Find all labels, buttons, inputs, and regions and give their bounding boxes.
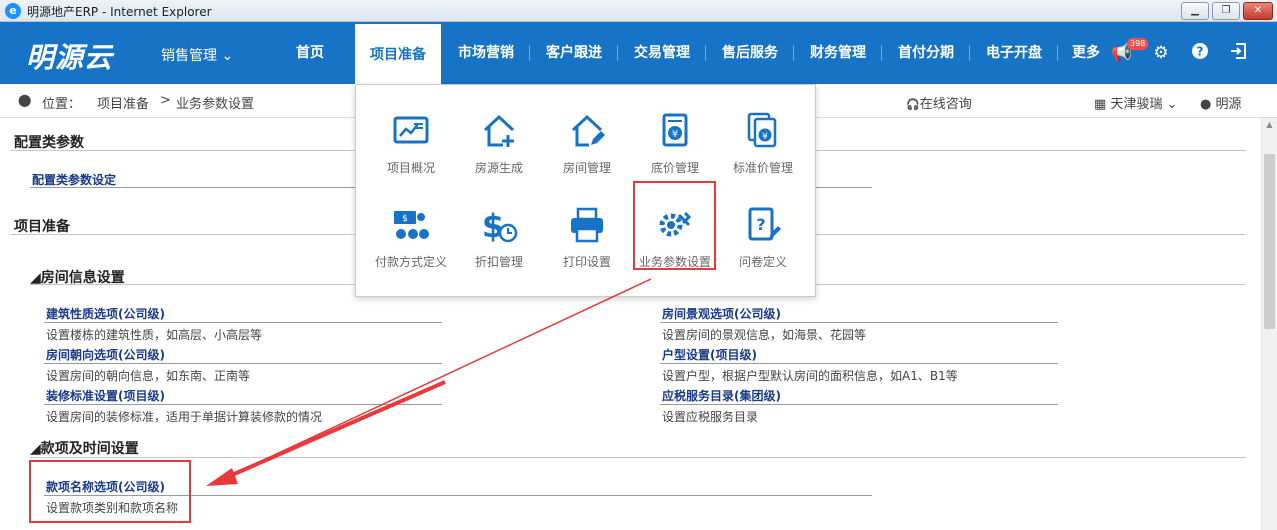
link-underline bbox=[660, 363, 1058, 364]
nav-trade[interactable]: 交易管理 bbox=[626, 22, 698, 84]
decoration-standard-desc: 设置房间的装修标准，适用于单据计算装修款的情况 bbox=[46, 410, 323, 424]
house-edit-icon bbox=[571, 114, 605, 147]
questionnaire-icon: ? bbox=[748, 207, 781, 241]
location-label: 位置： bbox=[42, 97, 82, 112]
tax-service-desc: 设置应税服务目录 bbox=[662, 410, 759, 424]
window-title: 明源地产ERP - Internet Explorer bbox=[27, 5, 212, 19]
nav-more[interactable]: 更多 bbox=[1066, 22, 1106, 84]
link-underline bbox=[44, 404, 442, 405]
user-icon: ● bbox=[1200, 97, 1212, 112]
ie-icon: e bbox=[5, 3, 21, 19]
svg-text:¥: ¥ bbox=[672, 129, 678, 140]
section-project-prep-title: 项目准备 bbox=[14, 219, 70, 235]
menu-print-settings[interactable]: 打印设置 bbox=[547, 205, 627, 270]
room-view-link[interactable]: 房间景观选项(公司级) bbox=[662, 305, 781, 322]
logo: 明源云 bbox=[26, 41, 114, 74]
nav-separator bbox=[793, 45, 794, 61]
project-prep-dropdown: 项目概况 房源生成 房间管理 ¥ 底价管理 ¥ 标准价管理 $ 付款方式定义 $… bbox=[355, 84, 816, 297]
svg-text:?: ? bbox=[1197, 45, 1204, 59]
link-underline bbox=[44, 322, 442, 323]
notification-badge: 398 bbox=[1127, 38, 1149, 50]
window-titlebar: e 明源地产ERP - Internet Explorer ▁ ❐ ✕ bbox=[0, 0, 1277, 22]
user-menu[interactable]: ● 明源 bbox=[1200, 93, 1242, 112]
maximize-button[interactable]: ❐ bbox=[1212, 2, 1240, 20]
highlight-box-link bbox=[29, 460, 191, 523]
link-underline bbox=[44, 363, 442, 364]
minimize-button[interactable]: ▁ bbox=[1181, 2, 1209, 20]
discount-icon: $ bbox=[482, 207, 518, 245]
nav-marketing[interactable]: 市场营销 bbox=[450, 22, 522, 84]
nav-separator bbox=[881, 45, 882, 61]
building-type-desc: 设置楼栋的建筑性质，如高层、小高层等 bbox=[46, 328, 263, 342]
highlight-box-menu bbox=[633, 181, 716, 270]
menu-project-overview[interactable]: 项目概况 bbox=[371, 111, 451, 176]
house-add-icon bbox=[483, 114, 515, 147]
menu-standard-price[interactable]: ¥ 标准价管理 bbox=[723, 111, 803, 176]
payment-icon: $ bbox=[394, 211, 429, 239]
nav-home[interactable]: 首页 bbox=[282, 22, 338, 84]
breadcrumb-current: 业务参数设置 bbox=[176, 97, 255, 112]
nav-after-sales[interactable]: 售后服务 bbox=[714, 22, 786, 84]
menu-questionnaire[interactable]: ? 问卷定义 bbox=[723, 205, 803, 270]
payment-time-title: ◢款项及时间设置 bbox=[30, 441, 139, 457]
svg-text:$: $ bbox=[402, 214, 408, 224]
nav-separator bbox=[617, 45, 618, 61]
link-underline bbox=[660, 322, 1058, 323]
section-config-title: 配置类参数 bbox=[14, 135, 84, 151]
breadcrumb-separator: > bbox=[160, 93, 171, 108]
nav-separator bbox=[705, 45, 706, 61]
standard-price-icon: ¥ bbox=[747, 112, 777, 148]
room-orientation-desc: 设置房间的朝向信息，如东南、正南等 bbox=[46, 369, 251, 383]
scroll-up-arrow-icon[interactable]: ▲ bbox=[1264, 120, 1275, 134]
decoration-standard-link[interactable]: 装修标准设置(项目级) bbox=[46, 387, 165, 404]
menu-discount[interactable]: $ 折扣管理 bbox=[459, 205, 539, 270]
svg-text:$: $ bbox=[482, 207, 504, 245]
nav-separator bbox=[1057, 45, 1058, 61]
nav-customer[interactable]: 客户跟进 bbox=[538, 22, 610, 84]
menu-payment-method[interactable]: $ 付款方式定义 bbox=[371, 205, 451, 270]
nav-separator bbox=[969, 45, 970, 61]
headset-icon: 🎧 bbox=[906, 98, 920, 111]
gear-icon[interactable]: ⚙ bbox=[1150, 42, 1172, 64]
unit-type-desc: 设置户型，根据户型默认房间的面积信息，如A1、B1等 bbox=[662, 369, 958, 383]
building-icon: ▦ bbox=[1094, 97, 1107, 112]
location-pin-icon: ⬤ bbox=[18, 93, 32, 107]
logout-icon[interactable] bbox=[1227, 42, 1249, 64]
nav-online-opening[interactable]: 电子开盘 bbox=[978, 22, 1050, 84]
app-header: 明源云 销售管理 ⌄ 首页 项目准备 市场营销 客户跟进 交易管理 售后服务 财… bbox=[0, 22, 1277, 84]
config-params-link[interactable]: 配置类参数设定 bbox=[32, 171, 116, 188]
svg-text:?: ? bbox=[756, 215, 765, 234]
tax-service-link[interactable]: 应税服务目录(集团级) bbox=[662, 387, 781, 404]
company-selector[interactable]: ▦ 天津骏瑞 ⌄ bbox=[1094, 93, 1177, 112]
nav-finance[interactable]: 财务管理 bbox=[802, 22, 874, 84]
price-doc-icon: ¥ bbox=[662, 113, 688, 147]
room-orientation-link[interactable]: 房间朝向选项(公司级) bbox=[46, 346, 165, 363]
unit-type-link[interactable]: 户型设置(项目级) bbox=[662, 346, 757, 363]
breadcrumb-project-prep[interactable]: 项目准备 bbox=[97, 93, 149, 112]
svg-text:¥: ¥ bbox=[762, 132, 768, 142]
module-select[interactable]: 销售管理 ⌄ bbox=[161, 45, 233, 65]
building-type-link[interactable]: 建筑性质选项(公司级) bbox=[46, 305, 165, 322]
divider bbox=[30, 457, 1246, 458]
close-button[interactable]: ✕ bbox=[1243, 2, 1273, 20]
project-overview-icon bbox=[393, 116, 429, 144]
vertical-scrollbar[interactable]: ▲ bbox=[1261, 118, 1277, 530]
nav-separator bbox=[529, 45, 530, 61]
menu-room-manage[interactable]: 房间管理 bbox=[547, 111, 627, 176]
menu-base-price[interactable]: ¥ 底价管理 bbox=[635, 111, 715, 176]
room-view-desc: 设置房间的景观信息，如海景、花园等 bbox=[662, 328, 867, 342]
scrollbar-thumb[interactable] bbox=[1264, 154, 1275, 329]
help-icon[interactable]: ? bbox=[1189, 42, 1211, 64]
online-consult-link[interactable]: 🎧在线咨询 bbox=[906, 93, 972, 112]
nav-project-prep[interactable]: 项目准备 bbox=[355, 22, 441, 84]
printer-icon bbox=[571, 207, 603, 243]
link-underline bbox=[660, 404, 1058, 405]
menu-house-generate[interactable]: 房源生成 bbox=[459, 111, 539, 176]
nav-installment[interactable]: 首付分期 bbox=[890, 22, 962, 84]
